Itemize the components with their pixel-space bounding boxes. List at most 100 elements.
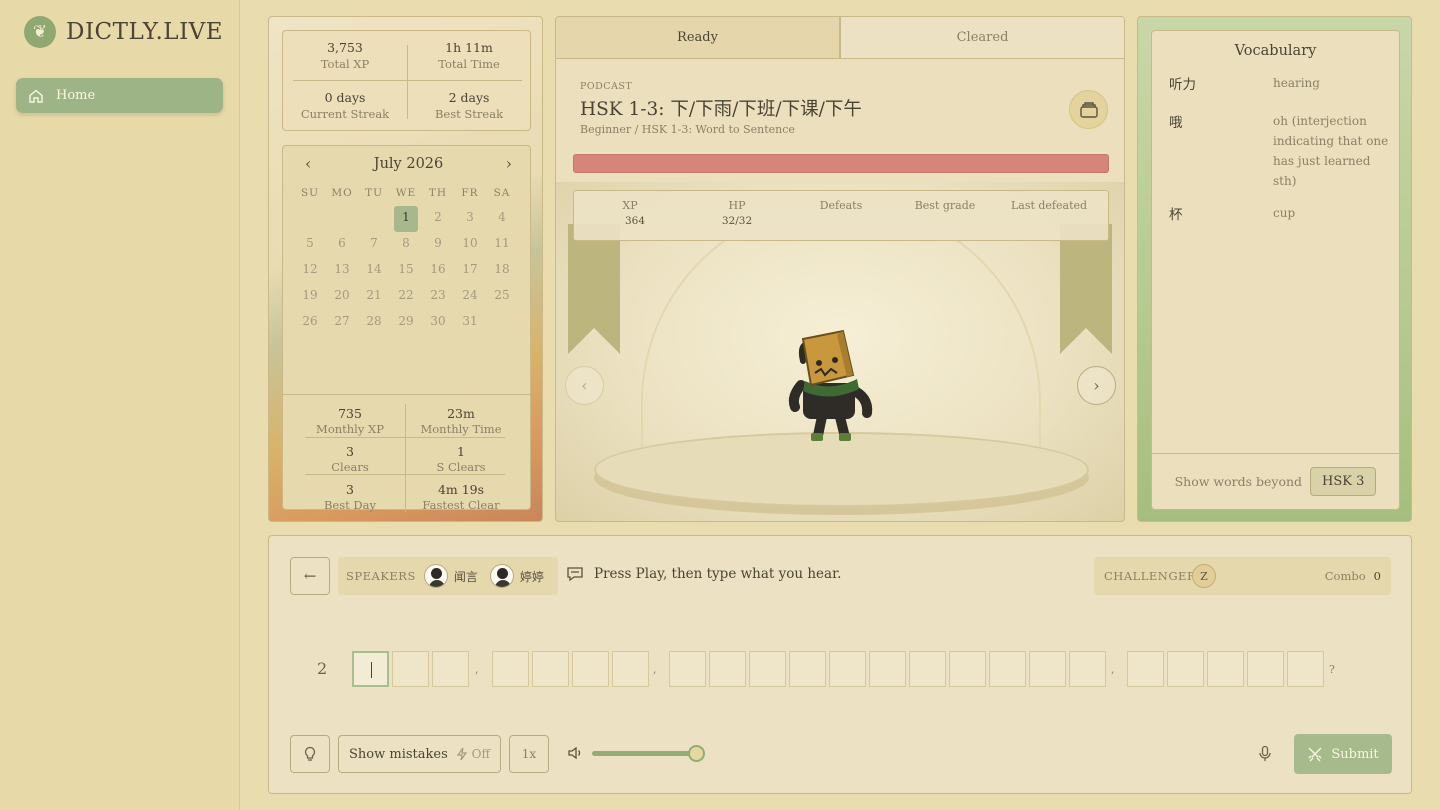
calendar-empty (358, 206, 390, 232)
calendar-day[interactable]: 28 (358, 310, 390, 336)
speaker-name: 婷婷 (519, 569, 544, 584)
answer-box-active[interactable] (352, 651, 389, 687)
tab-ready[interactable]: Ready (556, 17, 841, 59)
answer-box[interactable] (1127, 651, 1164, 687)
volume-slider-track[interactable] (592, 751, 698, 756)
chevron-right-icon[interactable]: › (506, 154, 512, 173)
calendar-day[interactable]: 31 (454, 310, 486, 336)
show-mistakes-label: Show mistakes (349, 746, 448, 762)
mic-icon[interactable] (1258, 745, 1272, 762)
show-mistakes-toggle[interactable]: Show mistakes Off (338, 735, 501, 773)
chevron-left-icon[interactable]: ‹ (305, 154, 311, 173)
calendar-day[interactable]: 27 (326, 310, 358, 336)
calendar-day[interactable]: 14 (358, 258, 390, 284)
calendar-day[interactable]: 9 (422, 232, 454, 258)
calendar-day[interactable]: 20 (326, 284, 358, 310)
logo[interactable]: ❦ DICTLY.LIVE (24, 16, 223, 48)
calendar-day[interactable]: 13 (326, 258, 358, 284)
volume-slider-thumb[interactable] (688, 745, 705, 762)
calendar-day[interactable]: 12 (294, 258, 326, 284)
hsk-level-button[interactable]: HSK 3 (1310, 467, 1377, 496)
answer-box[interactable] (432, 651, 469, 687)
hint-button[interactable] (290, 735, 330, 773)
submit-button[interactable]: Submit (1294, 734, 1392, 774)
answer-box[interactable] (789, 651, 826, 687)
calendar-day[interactable]: 8 (390, 232, 422, 258)
prev-lesson-button[interactable]: ‹ (565, 366, 604, 405)
calendar-day[interactable]: 7 (358, 232, 390, 258)
calendar-day[interactable]: 29 (390, 310, 422, 336)
answer-box[interactable] (532, 651, 569, 687)
answer-box[interactable] (492, 651, 529, 687)
answer-box[interactable] (392, 651, 429, 687)
calendar-day[interactable]: 6 (326, 232, 358, 258)
calendar-day[interactable]: 4 (486, 206, 518, 232)
calendar-day[interactable]: 15 (390, 258, 422, 284)
answer-box[interactable] (749, 651, 786, 687)
stats-panel: 3,753 Total XP 1h 11m Total Time 0 days … (268, 16, 543, 522)
calendar-day[interactable]: 26 (294, 310, 326, 336)
back-button[interactable]: ← (290, 557, 330, 595)
challenger: CHALLENGER Z Combo 0 (1094, 557, 1391, 595)
volume-icon[interactable] (567, 745, 583, 761)
calendar-day[interactable]: 19 (294, 284, 326, 310)
monster-stats: XP 364 HP 32/32 Defeats Best grade Last … (573, 190, 1109, 241)
combo: Combo 0 (1325, 569, 1381, 583)
answer-box[interactable] (709, 651, 746, 687)
stat-monthly-time: 23m Monthly Time (405, 406, 517, 436)
monster-stat-label: Best grade (914, 199, 976, 212)
sidebar-item-home[interactable]: Home (16, 78, 223, 113)
calendar-day[interactable]: 24 (454, 284, 486, 310)
calendar-day[interactable]: 16 (422, 258, 454, 284)
calendar-day[interactable]: 18 (486, 258, 518, 284)
answer-box[interactable] (1069, 651, 1106, 687)
stat-monthly-xp: 735 Monthly XP (283, 406, 417, 436)
answer-box[interactable] (572, 651, 609, 687)
answer-box[interactable] (612, 651, 649, 687)
stat-total-time: 1h 11m Total Time (407, 40, 531, 71)
calendar-day[interactable]: 10 (454, 232, 486, 258)
calendar-day[interactable]: 25 (486, 284, 518, 310)
answer-box[interactable] (1247, 651, 1284, 687)
calendar-day[interactable]: 3 (454, 206, 486, 232)
submit-label: Submit (1331, 746, 1379, 762)
weekday-label: WE (395, 187, 417, 199)
calendar-weekdays: SU MO TU WE TH FR SA (294, 187, 518, 199)
next-lesson-button[interactable]: › (1077, 366, 1116, 405)
calendar-day[interactable]: 30 (422, 310, 454, 336)
answer-box[interactable] (949, 651, 986, 687)
answer-box[interactable] (1287, 651, 1324, 687)
sidebar: ❦ DICTLY.LIVE Home (0, 0, 240, 810)
answer-box[interactable] (669, 651, 706, 687)
calendar-day[interactable]: 2 (422, 206, 454, 232)
answer-box[interactable] (909, 651, 946, 687)
answer-box[interactable] (1167, 651, 1204, 687)
vocab-filter-label: Show words beyond (1174, 474, 1303, 489)
calendar-day[interactable]: 5 (294, 232, 326, 258)
monster-stat-label: XP (622, 199, 638, 212)
punctuation: ? (1329, 663, 1335, 676)
weekday-label: MO (331, 187, 353, 199)
stat-best-streak: 2 days Best Streak (407, 90, 531, 121)
tab-cleared[interactable]: Cleared (841, 17, 1124, 59)
hp-bar (573, 154, 1109, 173)
vocabulary-footer: Show words beyond HSK 3 (1152, 453, 1399, 509)
answer-box[interactable] (869, 651, 906, 687)
vocab-meaning: hearing (1273, 76, 1320, 90)
calendar-day[interactable]: 11 (486, 232, 518, 258)
podcast-label: PODCAST (580, 81, 633, 92)
answer-box[interactable] (1207, 651, 1244, 687)
speed-button[interactable]: 1x (509, 735, 549, 773)
collection-button[interactable] (1069, 90, 1108, 129)
speaker-name: 闻言 (453, 569, 478, 584)
lightbulb-icon (304, 746, 316, 761)
calendar-day[interactable]: 22 (390, 284, 422, 310)
calendar-day[interactable]: 1 (394, 206, 418, 232)
answer-box[interactable] (1029, 651, 1066, 687)
answer-box[interactable] (829, 651, 866, 687)
monster-stat-label: Defeats (819, 199, 863, 212)
answer-box[interactable] (989, 651, 1026, 687)
calendar-day[interactable]: 17 (454, 258, 486, 284)
calendar-day[interactable]: 23 (422, 284, 454, 310)
calendar-day[interactable]: 21 (358, 284, 390, 310)
